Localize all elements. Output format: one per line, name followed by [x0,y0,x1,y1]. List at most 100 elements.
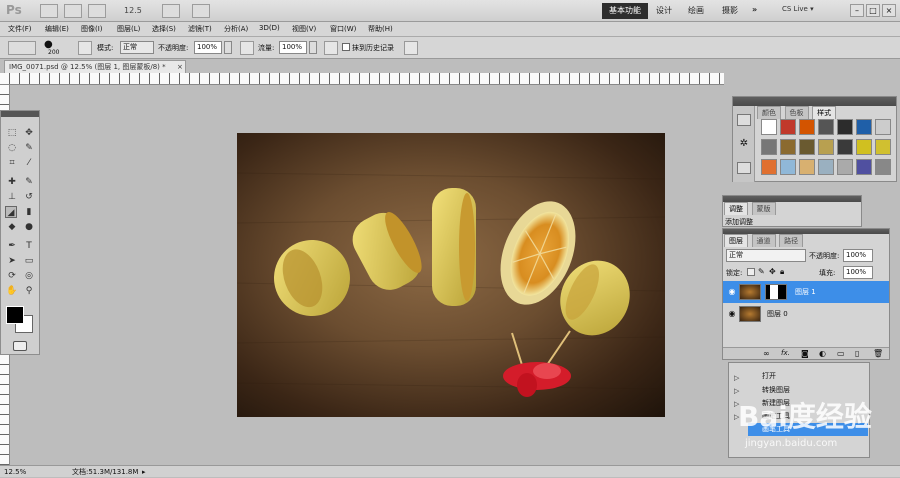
document-close-icon[interactable]: × [177,61,183,73]
link-layers-icon[interactable]: ∞ [763,349,770,358]
menu-edit[interactable]: 编辑(E) [45,24,69,34]
fill-input[interactable]: 100% [843,266,873,279]
mini-bridge-icon[interactable] [64,4,82,18]
style-swatch[interactable] [780,139,796,155]
flow-input[interactable]: 100% [279,41,307,54]
gradient-tool-icon[interactable]: ▮ [23,206,35,218]
menu-filter[interactable]: 滤镜(T) [188,24,212,34]
style-swatch[interactable] [837,159,853,175]
menu-file[interactable]: 文件(F) [8,24,32,34]
adjustment-layer-icon[interactable]: ◐ [819,349,826,358]
restore-icon[interactable]: □ [866,4,880,17]
dodge-tool-icon[interactable]: ● [23,221,35,233]
style-swatch[interactable] [856,119,872,135]
workspace-photography-button[interactable]: 摄影 [722,5,738,16]
lock-transparent-icon[interactable] [747,268,755,276]
flow-dropdown-icon[interactable] [309,41,317,54]
style-swatch[interactable] [837,139,853,155]
layer-row-1[interactable]: ◉ 图层 1 [723,281,889,303]
style-swatch[interactable] [818,159,834,175]
brush-tool-icon[interactable]: ✎ [23,176,35,188]
style-swatch[interactable] [875,139,891,155]
arrange-documents-icon[interactable] [162,4,180,18]
style-swatch[interactable] [856,139,872,155]
menu-view[interactable]: 视图(V) [292,24,316,34]
screen-mode-icon[interactable] [192,4,210,18]
erase-to-history-checkbox[interactable] [342,43,350,51]
status-arrow-icon[interactable]: ▸ [142,466,146,478]
tab-channels[interactable]: 通道 [751,234,776,247]
brush-tool-preset-icon[interactable] [8,41,36,55]
menu-analysis[interactable]: 分析(A) [224,24,248,34]
layer-name[interactable]: 图层 0 [767,303,788,325]
style-swatch[interactable] [799,139,815,155]
menu-3d[interactable]: 3D(D) [259,24,280,32]
new-group-icon[interactable]: ▭ [837,349,845,358]
zoom-level-select[interactable]: 12.5 [120,4,158,18]
style-swatch[interactable] [761,119,777,135]
quick-mask-icon[interactable] [13,341,27,351]
opacity-input[interactable]: 100% [194,41,222,54]
style-swatch[interactable] [856,159,872,175]
layer-mask-thumbnail[interactable] [765,284,787,300]
style-swatch[interactable] [761,159,777,175]
lasso-tool-icon[interactable]: ◌ [6,142,18,154]
visibility-eye-icon[interactable]: ◉ [727,309,737,319]
eraser-tool-icon[interactable]: ◢ [5,206,17,218]
new-layer-icon[interactable]: ▯ [855,349,859,358]
history-item-1[interactable]: 打开 [762,370,776,383]
clone-stamp-tool-icon[interactable]: ⊥ [6,191,18,203]
shape-tool-icon[interactable]: ▭ [23,255,35,267]
document-canvas[interactable] [237,133,665,417]
tools-panel-header[interactable] [1,111,39,117]
delete-layer-icon[interactable]: 🗑︎ [873,349,883,358]
style-swatch[interactable] [799,119,815,135]
layer-name[interactable]: 图层 1 [795,281,816,303]
menu-select[interactable]: 选择(S) [152,24,176,34]
info-icon[interactable] [737,162,751,174]
lock-position-icon[interactable]: ✥ [769,267,776,276]
crop-tool-icon[interactable]: ⌗ [6,157,18,169]
lock-pixels-icon[interactable]: ✎ [758,267,765,276]
style-swatch[interactable] [818,119,834,135]
layer-opacity-input[interactable]: 100% [843,249,873,262]
opacity-dropdown-icon[interactable] [224,41,232,54]
workspace-essentials-button[interactable]: 基本功能 [602,3,648,19]
visibility-eye-icon[interactable]: ◉ [727,287,737,297]
style-swatch[interactable] [818,139,834,155]
tablet-opacity-icon[interactable] [240,41,254,55]
cs-live-button[interactable]: CS Live ▾ [782,5,814,13]
spot-healing-tool-icon[interactable]: ✚ [6,176,18,188]
workspace-painting-button[interactable]: 绘画 [688,5,704,16]
brush-panel-toggle-icon[interactable] [78,41,92,55]
foreground-color-swatch[interactable] [6,306,24,324]
bridge-icon[interactable] [40,4,58,18]
tab-paths[interactable]: 路径 [779,234,804,247]
tab-swatches[interactable]: 色板 [784,106,809,119]
eyedropper-tool-icon[interactable]: ⁄ [23,157,35,169]
style-swatch[interactable] [875,119,891,135]
tab-color[interactable]: 颜色 [757,106,781,119]
tab-layers[interactable]: 图层 [724,234,748,247]
layer-row-0[interactable]: ◉ 图层 0 [723,303,889,325]
history-brush-tool-icon[interactable]: ↺ [23,191,35,203]
menu-help[interactable]: 帮助(H) [368,24,393,34]
menu-layer[interactable]: 图层(L) [117,24,140,34]
mode-select[interactable]: 正常 [120,41,154,54]
more-workspaces-button[interactable]: » [752,5,757,14]
path-selection-tool-icon[interactable]: ➤ [6,255,18,267]
style-swatch[interactable] [780,119,796,135]
horizontal-ruler[interactable] [0,73,724,85]
tab-adjustments[interactable]: 调整 [724,202,748,215]
workspace-design-button[interactable]: 设计 [656,5,672,16]
tablet-pressure-icon[interactable] [404,41,418,55]
quick-selection-tool-icon[interactable]: ✎ [23,142,35,154]
view-extras-icon[interactable] [88,4,106,18]
style-swatch[interactable] [780,159,796,175]
airbrush-icon[interactable] [324,41,338,55]
swatches-panel-header[interactable] [733,97,896,106]
3d-orbit-tool-icon[interactable]: ◎ [23,270,35,282]
document-tab[interactable]: IMG_0071.psd @ 12.5% (图层 1, 图层蒙板/8) * × [4,60,186,73]
add-mask-icon[interactable]: ◙ [801,349,809,358]
settings-icon[interactable]: ✲ [737,138,751,150]
